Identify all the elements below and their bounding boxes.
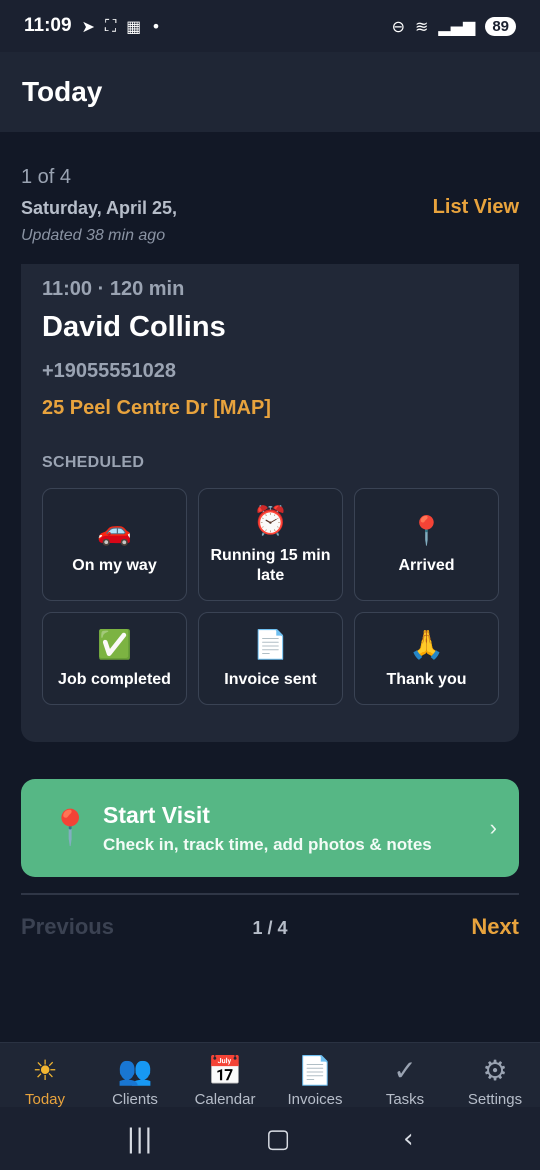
chevron-right-icon: ›	[489, 815, 497, 840]
start-visit-button[interactable]: 📍 Start Visit Check in, track time, add …	[21, 779, 519, 877]
screenshot-icon: ⛶	[104, 16, 117, 35]
sun-icon: ☀	[32, 1054, 58, 1087]
pager: Previous 1 / 4 Next	[21, 910, 519, 946]
nav-label: Clients	[112, 1091, 158, 1108]
status-bar: 11:09 ➤ ⛶ ▦ • ⊖ ≋ ▂▄▆ 89	[0, 0, 540, 52]
on-my-way-button[interactable]: 🚗 On my way	[42, 488, 187, 601]
nav-label: Settings	[467, 1091, 523, 1108]
status-left: 11:09 ➤ ⛶ ▦ •	[24, 15, 161, 37]
job-completed-button[interactable]: ✅ Job completed	[42, 612, 187, 705]
client-address-link[interactable]: 25 Peel Centre Dr [MAP]	[42, 397, 498, 420]
quick-action-label: On my way	[72, 556, 157, 574]
battery-level: 89	[485, 16, 516, 36]
invoice-icon: 📄	[297, 1054, 333, 1087]
pin-icon: 📍	[49, 808, 92, 848]
app-header: Today	[0, 52, 540, 132]
status-badge: SCHEDULED	[42, 454, 145, 471]
start-visit-subtitle: Check in, track time, add photos & notes	[103, 834, 432, 854]
start-visit-title: Start Visit	[103, 801, 210, 828]
start-visit-text: Start Visit Check in, track time, add ph…	[103, 802, 432, 855]
nav-clients[interactable]: 👥 Clients	[90, 1043, 180, 1108]
divider	[21, 893, 519, 895]
thank-you-button[interactable]: 🙏 Thank you	[354, 612, 499, 705]
nav-tasks[interactable]: ✓ Tasks	[360, 1043, 450, 1108]
car-icon: 🚗	[97, 513, 132, 547]
quick-action-label: Arrived	[398, 556, 455, 574]
quick-action-label: Running 15 min late	[210, 546, 331, 584]
status-time: 11:09	[24, 15, 72, 36]
next-button[interactable]: Next	[471, 914, 519, 940]
visit-card: 11:00 · 120 min David Collins +190555510…	[21, 264, 519, 742]
page-title: Today	[22, 76, 103, 107]
gear-icon: ⚙	[482, 1054, 508, 1087]
quick-actions: 🚗 On my way ⏰ Running 15 min late 📍 Arri…	[42, 488, 499, 705]
nav-label: Tasks	[385, 1091, 425, 1108]
nav-today[interactable]: ☀ Today	[0, 1043, 90, 1108]
invoice-sent-button[interactable]: 📄 Invoice sent	[198, 612, 343, 705]
client-phone[interactable]: +19055551028	[42, 360, 498, 383]
check-icon: ✅	[97, 627, 132, 661]
nav-label: Today	[24, 1091, 66, 1108]
nav-invoices[interactable]: 📄 Invoices	[270, 1043, 360, 1108]
running-late-button[interactable]: ⏰ Running 15 min late	[198, 488, 343, 601]
updated-timestamp: Updated 38 min ago	[21, 227, 166, 244]
arrived-button[interactable]: 📍 Arrived	[354, 488, 499, 601]
checkmark-icon: ✓	[393, 1054, 417, 1087]
recents-icon[interactable]: |||	[126, 1124, 152, 1154]
nav-label: Invoices	[287, 1091, 343, 1108]
dnd-icon: ⊖	[391, 16, 405, 36]
wifi-icon: ≋	[414, 16, 429, 36]
page-indicator: 1 / 4	[252, 918, 288, 938]
nav-label: Calendar	[194, 1091, 256, 1108]
calendar-icon: 📅	[207, 1054, 243, 1087]
alarm-clock-icon: ⏰	[253, 503, 288, 537]
bottom-nav: ☀ Today 👥 Clients 📅 Calendar 📄 Invoices …	[0, 1042, 540, 1108]
quick-action-label: Invoice sent	[224, 670, 317, 688]
quick-action-label: Job completed	[58, 670, 171, 688]
status-right: ⊖ ≋ ▂▄▆ 89	[391, 16, 516, 36]
people-icon: 👥	[117, 1054, 153, 1087]
client-name: David Collins	[42, 311, 226, 343]
home-icon[interactable]: ▢	[266, 1124, 291, 1154]
dot-icon: •	[151, 16, 161, 36]
telegram-icon: ➤	[81, 16, 95, 36]
signal-icon: ▂▄▆	[438, 16, 476, 36]
nav-calendar[interactable]: 📅 Calendar	[180, 1043, 270, 1108]
pin-icon: 📍	[409, 513, 444, 547]
nav-settings[interactable]: ⚙ Settings	[450, 1043, 540, 1108]
back-icon[interactable]: ‹	[403, 1124, 413, 1154]
visit-count: 1 of 4	[21, 166, 72, 188]
praying-hands-icon: 🙏	[409, 627, 444, 661]
visit-summary: 1 of 4 Saturday, April 25, Updated 38 mi…	[21, 166, 519, 245]
list-view-button[interactable]: List View	[433, 196, 519, 219]
quick-action-label: Thank you	[386, 670, 467, 688]
document-icon: 📄	[253, 627, 288, 661]
calendar-icon: ▦	[126, 16, 142, 36]
system-nav-bar: ||| ▢ ‹	[0, 1107, 540, 1170]
visit-time: 11:00 · 120 min	[42, 278, 185, 300]
